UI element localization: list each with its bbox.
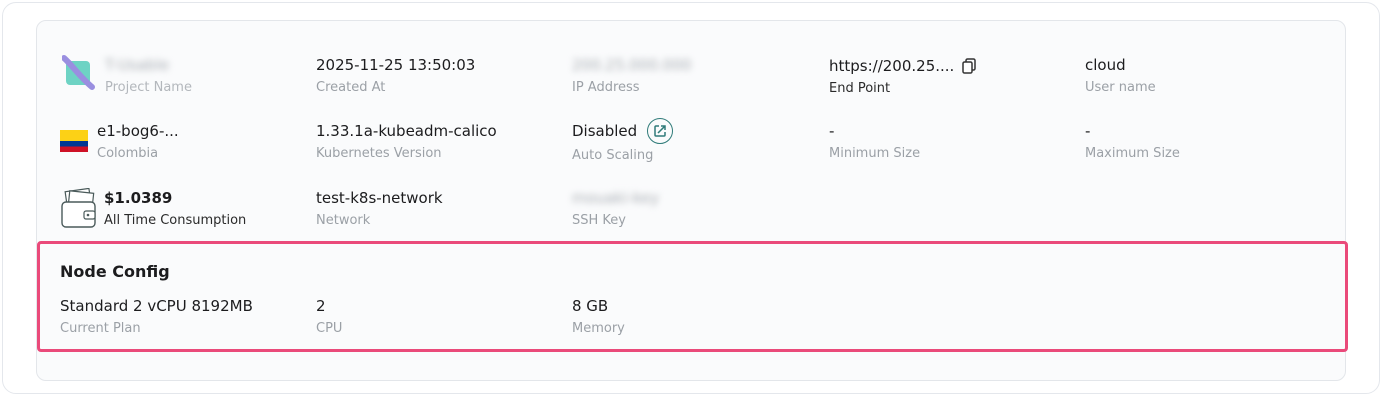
end-point-field: https://200.25.... End Point <box>829 57 977 97</box>
ssh-key-field: mouaki-key SSH Key <box>572 189 659 229</box>
edit-autoscale-icon[interactable] <box>647 118 674 144</box>
end-point-value: https://200.25.... <box>829 57 955 75</box>
network-field: test-k8s-network Network <box>316 189 443 229</box>
cpu-label: CPU <box>316 321 343 336</box>
consumption-field: $1.0389 All Time Consumption <box>104 189 246 229</box>
project-name-value: T-Usable <box>105 56 170 74</box>
consumption-label: All Time Consumption <box>104 213 247 228</box>
maximum-size-label: Maximum Size <box>1085 146 1180 161</box>
current-plan-value: Standard 2 vCPU 8192MB <box>60 297 253 315</box>
auto-scaling-label: Auto Scaling <box>572 148 654 163</box>
cpu-field: 2 CPU <box>316 297 342 337</box>
kubernetes-version-value: 1.33.1a-kubeadm-calico <box>316 122 497 140</box>
network-label: Network <box>316 213 371 228</box>
memory-value: 8 GB <box>572 297 609 315</box>
created-at-value: 2025-11-25 13:50:03 <box>316 56 476 74</box>
project-name-field: T-Usable Project Name <box>105 56 192 96</box>
auto-scaling-field: Disabled Auto Scaling <box>572 118 674 164</box>
project-name-label: Project Name <box>105 80 192 95</box>
copy-icon[interactable] <box>962 58 977 74</box>
created-at-field: 2025-11-25 13:50:03 Created At <box>316 56 475 96</box>
consumption-value: $1.0389 <box>104 189 173 207</box>
cpu-value: 2 <box>316 297 326 315</box>
kubernetes-version-field: 1.33.1a-kubeadm-calico Kubernetes Versio… <box>316 122 497 162</box>
minimum-size-field: - Minimum Size <box>829 122 920 162</box>
user-name-field: cloud User name <box>1085 56 1156 96</box>
colombia-flag-icon <box>60 130 88 156</box>
ip-address-value: 200.25.000.000 <box>572 56 692 74</box>
ip-address-field: 200.25.000.000 IP Address <box>572 56 691 96</box>
memory-field: 8 GB Memory <box>572 297 625 337</box>
ssh-key-value: mouaki-key <box>572 189 660 207</box>
minimum-size-label: Minimum Size <box>829 146 921 161</box>
created-at-label: Created At <box>316 80 386 95</box>
region-label: Colombia <box>97 146 159 161</box>
maximum-size-value: - <box>1085 122 1091 140</box>
end-point-label: End Point <box>829 81 891 96</box>
user-name-label: User name <box>1085 80 1156 95</box>
network-value: test-k8s-network <box>316 189 443 207</box>
minimum-size-value: - <box>829 122 835 140</box>
user-name-value: cloud <box>1085 56 1126 74</box>
region-field: e1-bog6-... Colombia <box>97 122 179 162</box>
wallet-icon <box>60 187 98 234</box>
kubernetes-version-label: Kubernetes Version <box>316 146 442 161</box>
current-plan-field: Standard 2 vCPU 8192MB Current Plan <box>60 297 253 337</box>
node-config-title: Node Config <box>60 262 170 281</box>
region-value: e1-bog6-... <box>97 122 179 140</box>
current-plan-label: Current Plan <box>60 321 141 336</box>
project-logo-icon <box>61 55 96 95</box>
memory-label: Memory <box>572 321 625 336</box>
auto-scaling-value: Disabled <box>572 122 638 140</box>
ssh-key-label: SSH Key <box>572 213 626 228</box>
ip-address-label: IP Address <box>572 80 640 95</box>
maximum-size-field: - Maximum Size <box>1085 122 1180 162</box>
